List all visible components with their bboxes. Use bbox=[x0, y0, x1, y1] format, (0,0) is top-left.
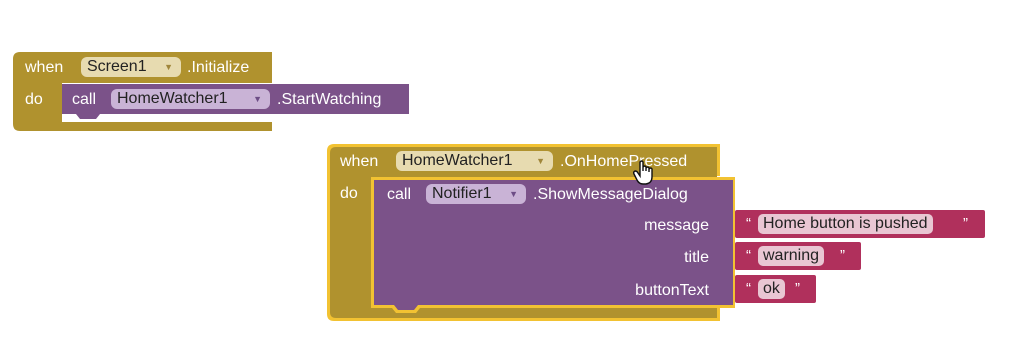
arg-label-title: title bbox=[684, 249, 709, 266]
block2-call-keyword: call bbox=[387, 186, 412, 203]
block2-do-keyword: do bbox=[340, 185, 358, 202]
chevron-down-icon: ▼ bbox=[509, 189, 518, 199]
event-block-screen1-initialize[interactable] bbox=[0, 0, 1035, 349]
chevron-down-icon: ▼ bbox=[536, 156, 545, 166]
block1-do-keyword: do bbox=[25, 91, 43, 108]
open-quote-icon: “ bbox=[746, 247, 751, 264]
block2-when-keyword: when bbox=[340, 153, 379, 170]
block1-method-name: .StartWatching bbox=[277, 91, 382, 108]
chevron-down-icon: ▼ bbox=[253, 94, 262, 104]
block2-call-component-dropdown[interactable]: Notifier1 ▼ bbox=[426, 184, 526, 204]
block1-call-component-label: HomeWatcher1 bbox=[117, 90, 228, 107]
open-quote-icon: “ bbox=[746, 280, 751, 297]
text-value-buttontext[interactable]: ok bbox=[758, 279, 785, 299]
event-block-screen1-initialize-shape bbox=[13, 52, 735, 321]
block2-component-label: HomeWatcher1 bbox=[402, 152, 513, 169]
chevron-down-icon: ▼ bbox=[164, 62, 173, 72]
arg-label-message: message bbox=[644, 217, 709, 234]
close-quote-icon: ” bbox=[840, 247, 845, 264]
close-quote-icon: ” bbox=[795, 280, 800, 297]
text-value-message[interactable]: Home button is pushed bbox=[758, 214, 933, 234]
block2-call-component-label: Notifier1 bbox=[432, 185, 492, 202]
arg-label-buttontext: buttonText bbox=[635, 282, 709, 299]
block1-call-component-dropdown[interactable]: HomeWatcher1 ▼ bbox=[111, 89, 270, 109]
block1-when-keyword: when bbox=[25, 59, 64, 76]
block2-event-name: .OnHomePressed bbox=[560, 153, 688, 170]
text-block-title[interactable]: “ warning ” bbox=[735, 242, 861, 270]
text-block-message[interactable]: “ Home button is pushed ” bbox=[735, 210, 985, 238]
text-block-buttontext[interactable]: “ ok ” bbox=[735, 275, 816, 303]
block1-component-label: Screen1 bbox=[87, 58, 147, 75]
block2-component-dropdown[interactable]: HomeWatcher1 ▼ bbox=[396, 151, 553, 171]
block1-component-dropdown[interactable]: Screen1 ▼ bbox=[81, 57, 181, 77]
hand-pointer-icon bbox=[633, 160, 653, 185]
block1-event-name: .Initialize bbox=[187, 59, 250, 76]
block1-call-keyword: call bbox=[72, 91, 97, 108]
block2-method-name: .ShowMessageDialog bbox=[533, 186, 688, 203]
text-value-title[interactable]: warning bbox=[758, 246, 825, 266]
close-quote-icon: ” bbox=[963, 215, 968, 232]
open-quote-icon: “ bbox=[746, 215, 751, 232]
